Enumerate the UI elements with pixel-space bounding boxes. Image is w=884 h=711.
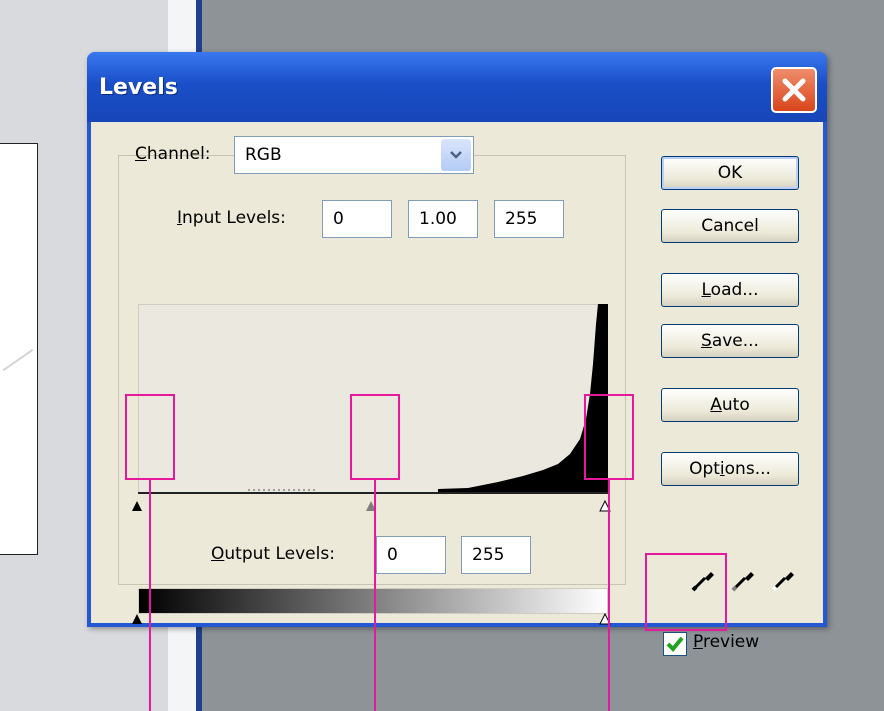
channel-select[interactable]: RGB [234,136,474,174]
dialog-title: Levels [99,75,178,100]
histogram-baseline [138,492,608,494]
eyedropper-white-icon[interactable] [769,566,797,594]
close-icon [782,78,806,102]
document-canvas [0,143,38,555]
callout-line-white [608,480,610,711]
eyedropper-gray-icon[interactable] [729,566,757,594]
output-black-field[interactable]: 0 [376,536,446,574]
channel-value: RGB [245,145,282,165]
callout-black-slider [125,394,175,480]
dropdown-button[interactable] [441,139,471,171]
levels-dialog: Levels Channel: RGB Input Levels: 0 1.00… [87,52,827,656]
preview-label[interactable]: Preview [693,632,759,652]
input-black-field[interactable]: 0 [322,200,392,238]
dialog-body: Channel: RGB Input Levels: 0 1.00 255 Ou… [91,122,823,656]
output-white-field[interactable]: 255 [461,536,531,574]
chevron-down-icon [450,151,462,159]
save-button[interactable]: Save... [661,324,799,358]
options-button[interactable]: Options... [661,452,799,486]
document-stroke [2,348,34,372]
callout-gamma-slider [350,394,400,480]
checkmark-icon [666,636,684,652]
close-button[interactable] [771,67,817,113]
input-white-field[interactable]: 255 [494,200,564,238]
input-levels-label: Input Levels: [177,208,286,228]
input-black-slider[interactable] [131,500,143,512]
callout-preview [645,553,727,631]
channel-label: Channel: [135,144,211,164]
preview-checkbox[interactable] [663,632,687,656]
callout-line-black [149,480,151,711]
auto-button[interactable]: Auto [661,388,799,422]
input-gamma-field[interactable]: 1.00 [408,200,478,238]
output-levels-label: Output Levels: [211,544,335,564]
output-gradient-bar [138,588,608,614]
callout-white-slider [584,394,634,480]
cancel-button[interactable]: Cancel [661,209,799,243]
load-button[interactable]: Load... [661,273,799,307]
ok-button[interactable]: OK [661,156,799,190]
output-black-slider[interactable] [131,613,143,625]
callout-line-gamma [374,480,376,711]
title-bar[interactable]: Levels [87,52,827,122]
